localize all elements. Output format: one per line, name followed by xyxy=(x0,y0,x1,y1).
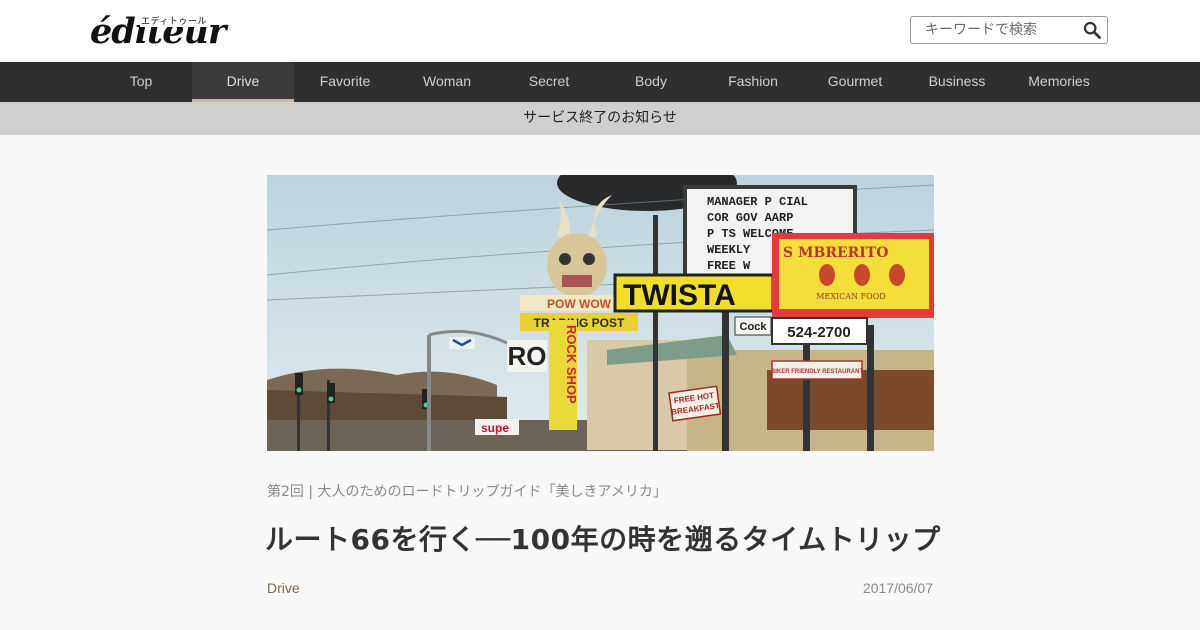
search-box xyxy=(910,16,1108,44)
sign-phone: 524-2700 xyxy=(787,324,850,341)
sign-sombrerito: S MBRERITO xyxy=(783,245,888,261)
sign-powwow: POW WOW xyxy=(547,297,612,311)
nav-item-top[interactable]: Top xyxy=(90,62,192,102)
sign-restaurant: BIKER FRIENDLY RESTAURANT xyxy=(771,369,864,375)
nav-item-woman[interactable]: Woman xyxy=(396,62,498,102)
nav-list: Top Drive Favorite Woman Secret Body Fas… xyxy=(90,62,1110,102)
hero-image[interactable]: POW WOW TRADING POST ROCK SHOP RO MANAGE… xyxy=(267,175,934,451)
nav-item-drive[interactable]: Drive xyxy=(192,62,294,102)
main-nav: Top Drive Favorite Woman Secret Body Fas… xyxy=(0,62,1200,102)
service-notice-link[interactable]: サービス終了のお知らせ xyxy=(0,102,1200,135)
publish-date: 2017/06/07 xyxy=(862,580,933,596)
sign-mexican-food: MEXICAN FOOD xyxy=(816,292,885,301)
sign-manager-line-5: FREE W xyxy=(707,259,751,273)
hero-illustration: POW WOW TRADING POST ROCK SHOP RO MANAGE… xyxy=(267,175,934,451)
article-title[interactable]: ルート66を行く──100年の時を遡るタイムトリップ xyxy=(265,518,941,558)
sign-cock: Cock xyxy=(740,321,768,333)
nav-item-gourmet[interactable]: Gourmet xyxy=(804,62,906,102)
search-icon[interactable] xyxy=(1083,21,1101,39)
site-header: éditeur エディトゥール xyxy=(0,0,1200,62)
nav-item-memories[interactable]: Memories xyxy=(1008,62,1110,102)
sign-twista: TWISTA xyxy=(623,279,736,312)
category-link[interactable]: Drive xyxy=(267,580,300,596)
search-input[interactable] xyxy=(911,17,1090,43)
sign-manager-line-1: MANAGER P CIAL xyxy=(707,195,808,209)
series-label[interactable]: 第2回 | 大人のためのロードトリップガイド「美しきアメリカ」 xyxy=(267,481,667,501)
logo-subtitle: エディトゥール xyxy=(140,14,208,27)
nav-item-secret[interactable]: Secret xyxy=(498,62,600,102)
sign-manager-line-2: COR GOV AARP xyxy=(707,211,793,225)
nav-item-business[interactable]: Business xyxy=(906,62,1008,102)
sign-manager-line-4: WEEKLY xyxy=(707,243,751,257)
site-logo[interactable]: éditeur エディトゥール xyxy=(90,8,226,52)
sign-super: supe xyxy=(481,421,509,435)
sign-rock-shop: ROCK SHOP xyxy=(564,325,579,404)
nav-item-favorite[interactable]: Favorite xyxy=(294,62,396,102)
sign-ro: RO xyxy=(508,341,547,371)
nav-item-body[interactable]: Body xyxy=(600,62,702,102)
nav-item-fashion[interactable]: Fashion xyxy=(702,62,804,102)
